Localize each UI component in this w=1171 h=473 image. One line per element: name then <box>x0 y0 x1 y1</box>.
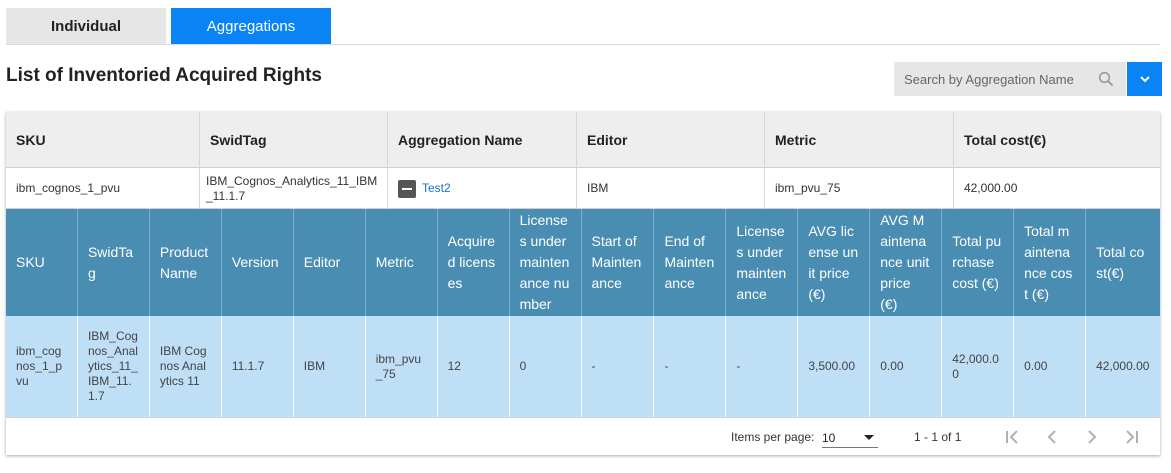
inner-header-end-maintenance[interactable]: End of Maintenance <box>654 209 727 316</box>
inner-header-maintenance-number[interactable]: Licenses under maintenance number <box>510 209 582 316</box>
cell-editor: IBM <box>577 168 765 209</box>
inner-header-total-purchase[interactable]: Total purchase cost (€) <box>942 209 1015 316</box>
first-page-icon[interactable] <box>1002 427 1022 447</box>
next-page-icon[interactable] <box>1082 427 1102 447</box>
inner-cell-licenses-maintenance: - <box>726 316 799 417</box>
aggregation-link[interactable]: Test2 <box>422 181 451 196</box>
last-page-icon[interactable] <box>1122 427 1142 447</box>
inner-header-product-name[interactable]: Product Name <box>150 209 222 316</box>
items-per-page-value: 10 <box>822 431 836 445</box>
search-icon[interactable] <box>1098 71 1114 87</box>
tab-aggregations[interactable]: Aggregations <box>171 8 331 44</box>
chevron-down-icon <box>1139 76 1150 83</box>
acquired-rights-table: SKU SwidTag Aggregation Name Editor Metr… <box>6 112 1160 455</box>
inner-header-licenses-maintenance[interactable]: Licenses under maintenance <box>726 209 799 316</box>
inner-cell-metric: ibm_pvu_75 <box>366 316 438 417</box>
items-per-page-select[interactable]: 10 <box>822 428 878 448</box>
inner-header-acquired-licenses[interactable]: Acquired licenses <box>438 209 510 316</box>
previous-page-icon[interactable] <box>1042 427 1062 447</box>
cell-aggregation-name: Test2 <box>388 168 577 209</box>
header-metric[interactable]: Metric <box>765 112 954 168</box>
inner-cell-end-maintenance: - <box>654 316 727 417</box>
dropdown-caret-icon <box>864 435 874 440</box>
inner-header-avg-license-price[interactable]: AVG license unit price (€) <box>798 209 871 316</box>
outer-header-row: SKU SwidTag Aggregation Name Editor Metr… <box>6 112 1160 168</box>
inner-header-total-maintenance[interactable]: Total maintenance cost (€) <box>1014 209 1087 316</box>
inner-cell-acquired-licenses: 12 <box>438 316 510 417</box>
inner-header-avg-maintenance-price[interactable]: AVG Maintenance unit price (€) <box>870 209 943 316</box>
header-editor[interactable]: Editor <box>577 112 765 168</box>
inner-cell-version: 11.1.7 <box>222 316 294 417</box>
cell-sku: ibm_cognos_1_pvu <box>6 168 200 209</box>
inner-cell-sku: ibm_cognos_1_pvu <box>6 316 78 417</box>
inner-cell-total-maintenance: 0.00 <box>1014 316 1087 417</box>
header-aggregation-name[interactable]: Aggregation Name <box>388 112 577 168</box>
search-options-button[interactable] <box>1127 62 1162 96</box>
inner-cell-editor: IBM <box>294 316 366 417</box>
search-input[interactable] <box>894 62 1084 96</box>
cell-metric: ibm_pvu_75 <box>765 168 954 209</box>
product-name-link[interactable]: IBM Cognos Analytics 11 <box>150 316 222 417</box>
header-total-cost[interactable]: Total cost(€) <box>954 112 1160 168</box>
table-row: ibm_cognos_1_pvu IBM_Cognos_Analytics_11… <box>6 316 1160 417</box>
page-title: List of Inventoried Acquired Rights <box>6 65 322 86</box>
tab-individual[interactable]: Individual <box>6 8 166 44</box>
collapse-icon[interactable] <box>398 179 416 198</box>
inner-header-metric[interactable]: Metric <box>366 209 438 316</box>
header-swidtag[interactable]: SwidTag <box>200 112 388 168</box>
inner-cell-avg-maintenance-price: 0.00 <box>870 316 943 417</box>
inner-header-start-maintenance[interactable]: Start of Maintenance <box>582 209 655 316</box>
header-sku[interactable]: SKU <box>6 112 200 168</box>
inner-header-version[interactable]: Version <box>222 209 294 316</box>
tab-divider <box>6 44 1160 45</box>
search-box <box>894 62 1126 96</box>
inner-cell-total-cost: 42,000.00 <box>1096 359 1150 373</box>
paginator: Items per page: 10 1 - 1 of 1 <box>6 417 1160 455</box>
page-range: 1 - 1 of 1 <box>914 430 962 444</box>
inner-header-swidtag[interactable]: SwidTag <box>78 209 150 316</box>
tab-bar: Individual Aggregations <box>6 8 331 44</box>
cell-total-cost: 42,000.00 <box>964 181 1018 195</box>
cell-swidtag: IBM_Cognos_Analytics_11_IBM_11.1.7 <box>200 168 388 209</box>
inner-header-row: SKU SwidTag Product Name Version Editor … <box>6 209 1160 316</box>
inner-cell-maintenance-number: 0 <box>510 316 582 417</box>
inner-cell-start-maintenance: - <box>582 316 655 417</box>
inner-cell-avg-license-price: 3,500.00 <box>798 316 871 417</box>
table-row: ibm_cognos_1_pvu IBM_Cognos_Analytics_11… <box>6 168 1160 209</box>
inner-header-total-cost[interactable]: Total cost(€) <box>1086 209 1160 316</box>
items-per-page-label: Items per page: <box>731 430 815 444</box>
inner-header-sku[interactable]: SKU <box>6 209 78 316</box>
inner-cell-total-purchase: 42,000.00 <box>942 316 1015 417</box>
inner-cell-swidtag: IBM_Cognos_Analytics_11_IBM_11.1.7 <box>78 316 150 417</box>
inner-header-editor[interactable]: Editor <box>294 209 366 316</box>
